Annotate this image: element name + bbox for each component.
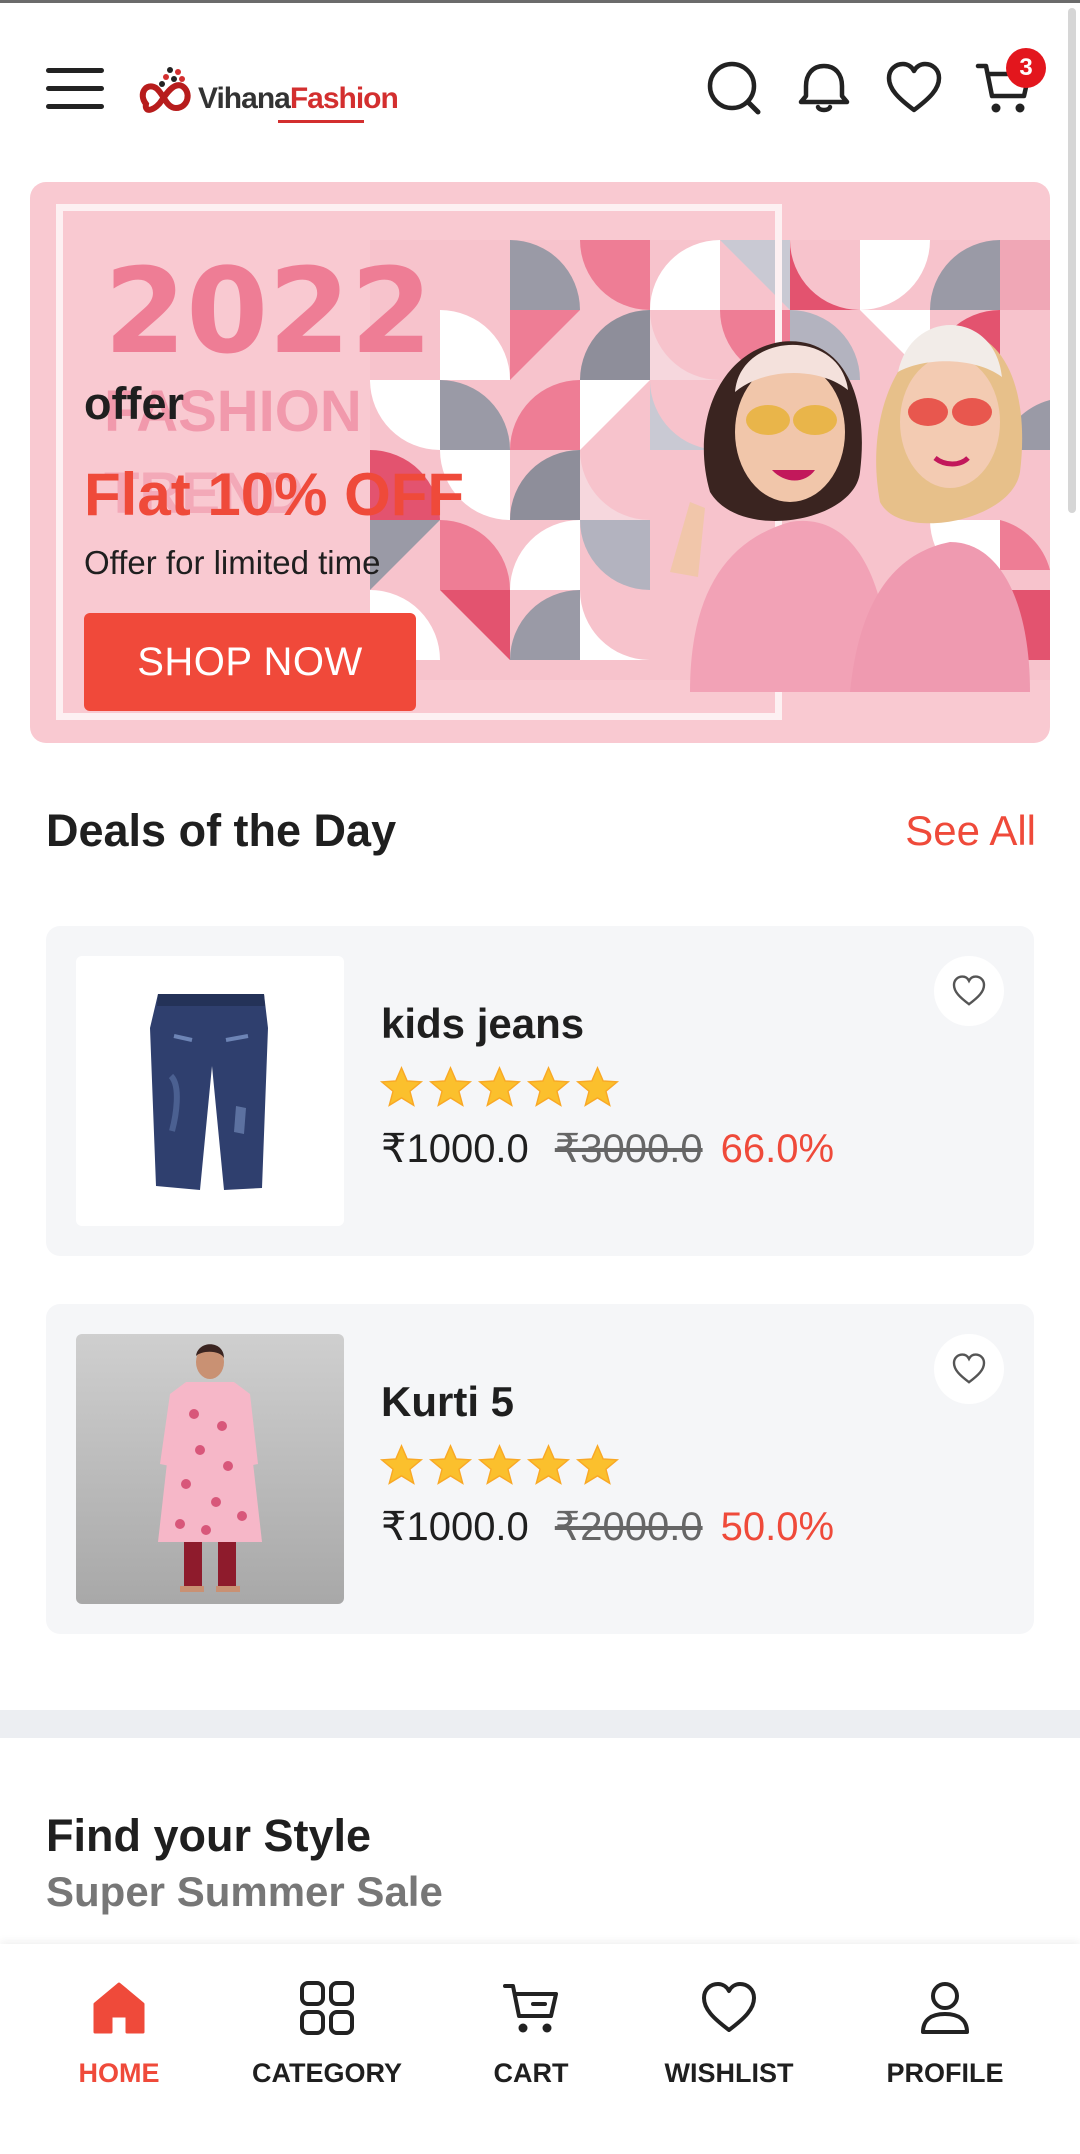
cart-count-badge: 3	[1006, 48, 1046, 88]
style-section-title: Find your Style	[46, 1810, 372, 1861]
product-rating	[378, 1442, 621, 1490]
see-all-link[interactable]: See All	[905, 807, 1036, 855]
deals-section-header: Deals of the Day See All	[46, 805, 1036, 865]
bell-icon[interactable]	[794, 58, 854, 118]
style-section-subtitle: Super Summer Sale	[46, 1868, 443, 1915]
nav-home[interactable]: HOME	[24, 1974, 214, 2104]
jeans-image	[150, 994, 268, 1190]
product-name: kids jeans	[381, 1000, 585, 1047]
offer-subtitle: Offer for limited time	[84, 544, 381, 581]
nav-wishlist[interactable]: WISHLIST	[634, 1974, 824, 2104]
nav-label: PROFILE	[886, 2058, 1004, 2088]
star-icon	[575, 1065, 620, 1107]
banner-year: 2022	[104, 242, 433, 380]
nav-label: WISHLIST	[664, 2058, 794, 2088]
kurti-image	[158, 1344, 262, 1592]
star-icon	[477, 1065, 522, 1107]
heart-icon[interactable]	[884, 58, 944, 118]
cart-icon	[503, 1984, 558, 2033]
logo-text: VihanaFashion	[198, 82, 399, 115]
section-divider	[0, 1710, 1080, 1738]
star-icon	[428, 1065, 473, 1107]
product-card[interactable]: Kurti 5 ₹1000.0 ₹2000.0 50.0%	[46, 1304, 1034, 1634]
product-image	[76, 956, 344, 1226]
product-rating	[378, 1064, 621, 1112]
star-icon	[379, 1065, 424, 1107]
offer-title: Flat 10% OFF	[84, 461, 465, 528]
price-original: ₹3000.0	[554, 1127, 703, 1171]
grid-icon	[300, 1981, 354, 2035]
product-image	[76, 1334, 344, 1604]
price-current: ₹1000.0	[381, 1505, 529, 1549]
price-current: ₹1000.0	[381, 1127, 529, 1171]
nav-label: HOME	[78, 2058, 160, 2088]
bottom-navigation: HOME CATEGORY CART WISHLIST PROFILE	[0, 1944, 1080, 2154]
heart-outline-icon	[952, 1353, 986, 1384]
logo-mark-icon	[139, 67, 191, 113]
star-icon	[526, 1065, 571, 1107]
heart-outline-icon	[952, 975, 986, 1006]
offer-kicker: offer	[84, 378, 184, 429]
heart-icon	[702, 1982, 756, 2032]
wishlist-toggle-button[interactable]	[934, 956, 1004, 1026]
star-icon	[575, 1443, 620, 1485]
promo-banner[interactable]: 2022 FASHION TREND offer Flat 10% OFF Of…	[30, 182, 1050, 743]
price-discount: 66.0%	[720, 1127, 835, 1171]
product-prices: ₹1000.0 ₹3000.0 66.0%	[381, 1126, 834, 1172]
nav-cart[interactable]: CART	[436, 1974, 626, 2104]
nav-category[interactable]: CATEGORY	[232, 1974, 422, 2104]
menu-icon	[46, 68, 104, 73]
search-icon[interactable]	[704, 58, 764, 118]
nav-label: CATEGORY	[251, 2058, 402, 2088]
shop-now-button[interactable]: SHOP NOW	[84, 613, 416, 711]
banner-models-image	[670, 324, 1030, 692]
star-icon	[477, 1443, 522, 1485]
star-icon	[379, 1443, 424, 1485]
star-icon	[428, 1443, 473, 1485]
brand-logo[interactable]: VihanaFashion	[136, 52, 399, 132]
product-card[interactable]: kids jeans ₹1000.0 ₹3000.0 66.0%	[46, 926, 1034, 1256]
product-name: Kurti 5	[381, 1378, 515, 1425]
menu-button[interactable]	[46, 68, 104, 110]
nav-profile[interactable]: PROFILE	[850, 1974, 1040, 2104]
star-icon	[526, 1443, 571, 1485]
price-discount: 50.0%	[720, 1505, 835, 1549]
price-original: ₹2000.0	[554, 1505, 703, 1549]
app-header: VihanaFashion 3	[0, 0, 1080, 175]
wishlist-toggle-button[interactable]	[934, 1334, 1004, 1404]
home-icon	[93, 1982, 145, 2034]
user-icon	[921, 1982, 969, 2034]
logo-underline	[278, 120, 364, 123]
product-prices: ₹1000.0 ₹2000.0 50.0%	[381, 1504, 834, 1550]
deals-title: Deals of the Day	[46, 805, 397, 856]
nav-label: CART	[493, 2058, 569, 2088]
